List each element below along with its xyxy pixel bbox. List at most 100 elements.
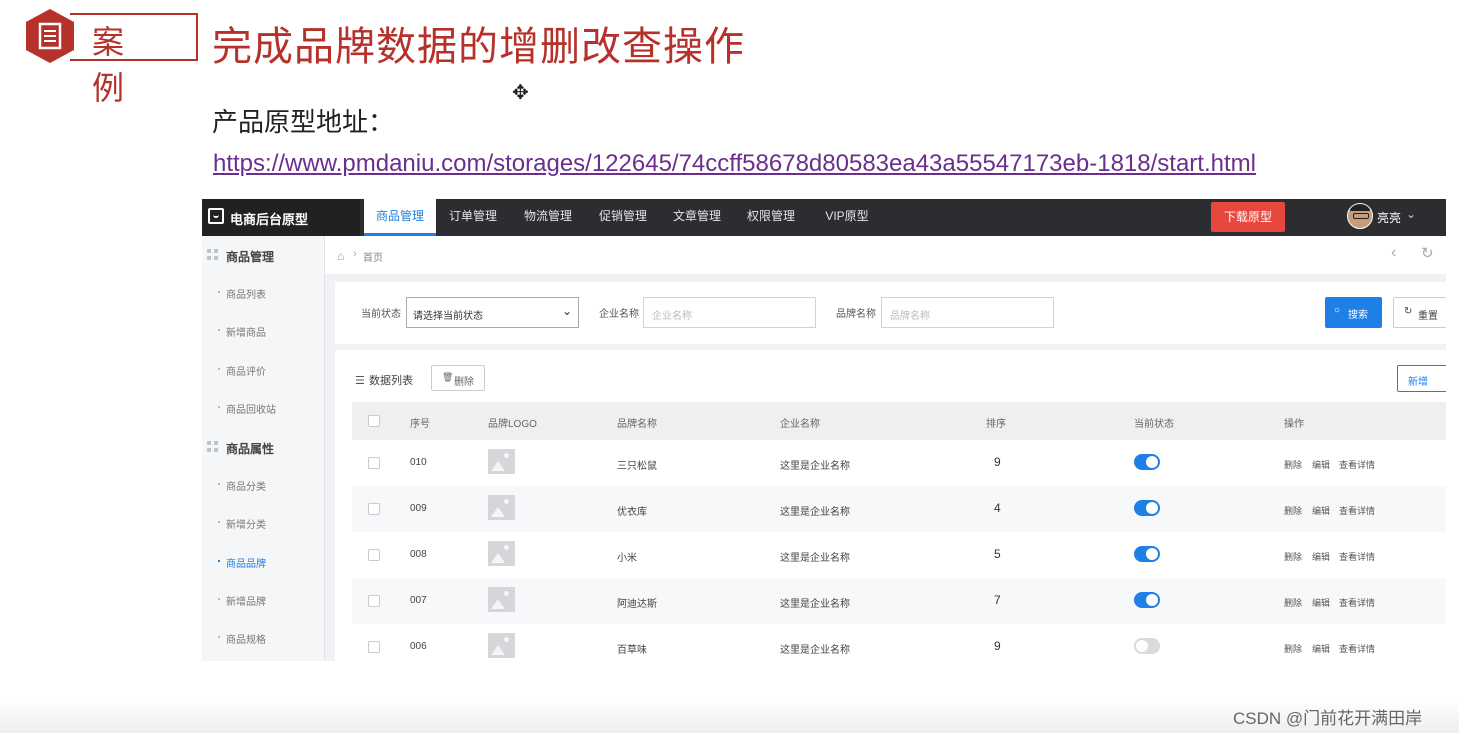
row-detail-link[interactable]: 查看详情 bbox=[1339, 642, 1375, 655]
row-checkbox[interactable] bbox=[368, 641, 380, 653]
avatar[interactable] bbox=[1347, 203, 1373, 229]
row-checkbox[interactable] bbox=[368, 549, 380, 561]
row-edit-link[interactable]: 编辑 bbox=[1312, 596, 1330, 609]
company-label: 企业名称 bbox=[599, 309, 639, 320]
status-label: 当前状态 bbox=[361, 309, 401, 320]
refresh-icon[interactable]: ↻ bbox=[1421, 244, 1434, 262]
row-brand: 阿迪达斯 bbox=[617, 599, 657, 610]
column-header: 排序 bbox=[986, 419, 1006, 430]
nav-tab-vip[interactable]: VIP原型 bbox=[814, 199, 880, 236]
back-icon[interactable]: ‹ bbox=[1391, 244, 1396, 262]
cursor-icon: ✥ bbox=[512, 82, 529, 104]
status-select[interactable]: 请选择当前状态 ⌄ bbox=[406, 297, 579, 328]
sidebar-item-product-list[interactable]: 商品列表 bbox=[202, 274, 324, 312]
prototype-link[interactable]: https://www.pmdaniu.com/storages/122645/… bbox=[213, 150, 1256, 178]
nav-tab-permission[interactable]: 权限管理 bbox=[738, 199, 804, 236]
slide-title: 完成品牌数据的增删改查操作 bbox=[212, 25, 745, 69]
sidebar-item-add-product[interactable]: 新增商品 bbox=[202, 312, 324, 350]
sidebar-group-label: 商品管理 bbox=[226, 250, 275, 264]
row-checkbox[interactable] bbox=[368, 595, 380, 607]
sidebar-group-attributes[interactable]: 商品属性 bbox=[202, 428, 324, 466]
row-delete-link[interactable]: 删除 bbox=[1284, 458, 1302, 471]
admin-app: 电商后台原型 商品管理 订单管理 物流管理 促销管理 文章管理 权限管理 VIP… bbox=[202, 199, 1446, 661]
sidebar-item-brand[interactable]: 商品品牌 bbox=[202, 543, 324, 581]
row-checkbox[interactable] bbox=[368, 503, 380, 515]
trash-icon: 🗑 bbox=[442, 372, 454, 382]
row-detail-link[interactable]: 查看详情 bbox=[1339, 458, 1375, 471]
row-edit-link[interactable]: 编辑 bbox=[1312, 458, 1330, 471]
prototype-label: 产品原型地址： bbox=[212, 107, 395, 137]
main-content: ⌂ › 首页 ‹ ↻ 当前状态 请选择当前状态 ⌄ 企业名称 企业名称 品牌名称… bbox=[325, 236, 1446, 661]
row-edit-link[interactable]: 编辑 bbox=[1312, 642, 1330, 655]
brand-input[interactable]: 品牌名称 bbox=[881, 297, 1054, 328]
reset-button[interactable]: ↻ 重置 bbox=[1393, 297, 1446, 328]
sidebar-group-product[interactable]: 商品管理 bbox=[202, 236, 324, 274]
grid-icon bbox=[207, 441, 219, 453]
breadcrumb-current[interactable]: 首页 bbox=[363, 249, 383, 264]
column-header: 品牌LOGO bbox=[488, 419, 537, 430]
grid-icon bbox=[207, 249, 219, 261]
top-navbar: 电商后台原型 商品管理 订单管理 物流管理 促销管理 文章管理 权限管理 VIP… bbox=[202, 199, 1446, 236]
chevron-down-icon[interactable]: ⌄ bbox=[1406, 207, 1416, 221]
row-brand: 百草味 bbox=[617, 645, 647, 656]
user-name[interactable]: 亮亮 bbox=[1377, 209, 1401, 226]
sidebar-item-add-brand[interactable]: 新增品牌 bbox=[202, 581, 324, 619]
table-row: 007 阿迪达斯 这里是企业名称 7 删除 编辑 查看详情 bbox=[352, 578, 1446, 624]
row-delete-link[interactable]: 删除 bbox=[1284, 550, 1302, 563]
row-order: 9 bbox=[994, 455, 1001, 469]
sidebar-item-product-review[interactable]: 商品评价 bbox=[202, 351, 324, 389]
status-toggle[interactable] bbox=[1134, 500, 1160, 516]
row-detail-link[interactable]: 查看详情 bbox=[1339, 550, 1375, 563]
batch-delete-button[interactable]: 🗑 删除 bbox=[431, 365, 485, 391]
table-row: 006 百草味 这里是企业名称 9 删除 编辑 查看详情 bbox=[352, 624, 1446, 661]
brand[interactable]: 电商后台原型 bbox=[202, 199, 360, 236]
select-all-checkbox[interactable] bbox=[368, 415, 380, 427]
sidebar: 商品管理 商品列表 新增商品 商品评价 商品回收站 商品属性 商品分类 新增分类… bbox=[202, 236, 325, 661]
download-prototype-button[interactable]: 下载原型 bbox=[1211, 202, 1285, 232]
list-title: 数据列表 bbox=[369, 375, 413, 387]
company-input[interactable]: 企业名称 bbox=[643, 297, 816, 328]
sidebar-item-recycle-bin[interactable]: 商品回收站 bbox=[202, 389, 324, 427]
badge-frame bbox=[70, 13, 198, 61]
nav-tab-promotion[interactable]: 促销管理 bbox=[590, 199, 656, 236]
nav-tab-article[interactable]: 文章管理 bbox=[664, 199, 730, 236]
row-delete-link[interactable]: 删除 bbox=[1284, 596, 1302, 609]
row-company: 这里是企业名称 bbox=[780, 645, 850, 656]
table-header: 序号 品牌LOGO 品牌名称 企业名称 排序 当前状态 操作 bbox=[352, 402, 1446, 440]
breadcrumb: ⌂ › 首页 ‹ ↻ bbox=[325, 236, 1446, 275]
search-icon: ○ bbox=[1334, 305, 1341, 316]
row-edit-link[interactable]: 编辑 bbox=[1312, 550, 1330, 563]
status-toggle[interactable] bbox=[1134, 454, 1160, 470]
nav-tab-logistics[interactable]: 物流管理 bbox=[515, 199, 581, 236]
status-toggle[interactable] bbox=[1134, 638, 1160, 654]
brand-label: 品牌名称 bbox=[836, 309, 876, 320]
search-button[interactable]: ○ 搜索 bbox=[1325, 297, 1382, 328]
sidebar-item-add-category[interactable]: 新增分类 bbox=[202, 504, 324, 542]
column-header: 品牌名称 bbox=[617, 419, 657, 430]
row-brand: 三只松鼠 bbox=[617, 461, 657, 472]
image-placeholder-icon bbox=[488, 449, 515, 474]
row-detail-link[interactable]: 查看详情 bbox=[1339, 504, 1375, 517]
row-checkbox[interactable] bbox=[368, 457, 380, 469]
status-toggle[interactable] bbox=[1134, 546, 1160, 562]
home-icon[interactable]: ⌂ bbox=[337, 249, 344, 263]
image-placeholder-icon bbox=[488, 495, 515, 520]
sidebar-item-spec[interactable]: 商品规格 bbox=[202, 619, 324, 657]
row-edit-link[interactable]: 编辑 bbox=[1312, 504, 1330, 517]
row-detail-link[interactable]: 查看详情 bbox=[1339, 596, 1375, 609]
row-delete-link[interactable]: 删除 bbox=[1284, 642, 1302, 655]
status-toggle[interactable] bbox=[1134, 592, 1160, 608]
row-order: 4 bbox=[994, 501, 1001, 515]
sidebar-item-category[interactable]: 商品分类 bbox=[202, 466, 324, 504]
column-header: 企业名称 bbox=[780, 419, 820, 430]
row-order: 9 bbox=[994, 639, 1001, 653]
row-id: 008 bbox=[410, 549, 427, 560]
image-placeholder-icon bbox=[488, 541, 515, 566]
nav-tab-product[interactable]: 商品管理 bbox=[364, 199, 436, 236]
image-placeholder-icon bbox=[488, 587, 515, 612]
nav-tab-order[interactable]: 订单管理 bbox=[440, 199, 506, 236]
row-delete-link[interactable]: 删除 bbox=[1284, 504, 1302, 517]
column-header: 操作 bbox=[1284, 419, 1304, 430]
table-row: 010 三只松鼠 这里是企业名称 9 删除 编辑 查看详情 bbox=[352, 440, 1446, 486]
add-button[interactable]: 新增 bbox=[1397, 365, 1446, 392]
